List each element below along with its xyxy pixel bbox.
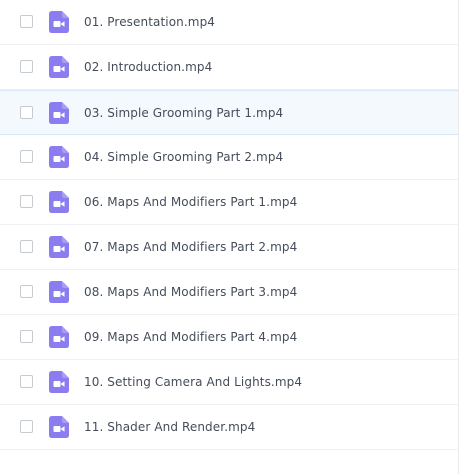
file-row[interactable]: 01. Presentation.mp4 — [0, 0, 458, 45]
file-row[interactable]: 08. Maps And Modifiers Part 3.mp4 — [0, 270, 458, 315]
row-checkbox[interactable] — [20, 240, 33, 253]
file-name: 07. Maps And Modifiers Part 2.mp4 — [84, 240, 298, 254]
video-file-icon — [49, 326, 69, 348]
file-name: 08. Maps And Modifiers Part 3.mp4 — [84, 285, 298, 299]
file-name: 06. Maps And Modifiers Part 1.mp4 — [84, 195, 298, 209]
row-checkbox[interactable] — [20, 105, 33, 119]
row-checkbox[interactable] — [20, 15, 33, 28]
file-name: 10. Setting Camera And Lights.mp4 — [84, 375, 303, 389]
row-checkbox[interactable] — [20, 150, 33, 163]
file-row[interactable]: 07. Maps And Modifiers Part 2.mp4 — [0, 225, 458, 270]
file-name: 03. Simple Grooming Part 1.mp4 — [84, 105, 284, 120]
file-row[interactable]: 09. Maps And Modifiers Part 4.mp4 — [0, 315, 458, 360]
video-file-icon — [49, 416, 69, 438]
file-name: 04. Simple Grooming Part 2.mp4 — [84, 150, 284, 164]
file-row[interactable]: 03. Simple Grooming Part 1.mp4 — [0, 90, 458, 135]
video-file-icon — [49, 11, 69, 33]
file-row[interactable]: 04. Simple Grooming Part 2.mp4 — [0, 135, 458, 180]
file-name: 09. Maps And Modifiers Part 4.mp4 — [84, 330, 298, 344]
file-name: 02. Introduction.mp4 — [84, 60, 213, 74]
row-checkbox[interactable] — [20, 60, 33, 73]
video-file-icon — [49, 56, 69, 78]
file-row[interactable]: 06. Maps And Modifiers Part 1.mp4 — [0, 180, 458, 225]
row-checkbox[interactable] — [20, 420, 33, 433]
row-checkbox[interactable] — [20, 330, 33, 343]
file-list: 01. Presentation.mp4 02. Introduction.mp… — [0, 0, 459, 474]
row-checkbox[interactable] — [20, 195, 33, 208]
file-name: 01. Presentation.mp4 — [84, 15, 216, 29]
video-file-icon — [49, 371, 69, 393]
row-checkbox[interactable] — [20, 375, 33, 388]
video-file-icon — [49, 281, 69, 303]
row-checkbox[interactable] — [20, 285, 33, 298]
video-file-icon — [49, 236, 69, 258]
video-file-icon — [49, 146, 69, 168]
file-row[interactable]: 10. Setting Camera And Lights.mp4 — [0, 360, 458, 405]
video-file-icon — [49, 101, 69, 124]
file-row[interactable]: 11. Shader And Render.mp4 — [0, 405, 458, 450]
video-file-icon — [49, 191, 69, 213]
file-name: 11. Shader And Render.mp4 — [84, 420, 256, 434]
file-row[interactable]: 02. Introduction.mp4 — [0, 45, 458, 90]
